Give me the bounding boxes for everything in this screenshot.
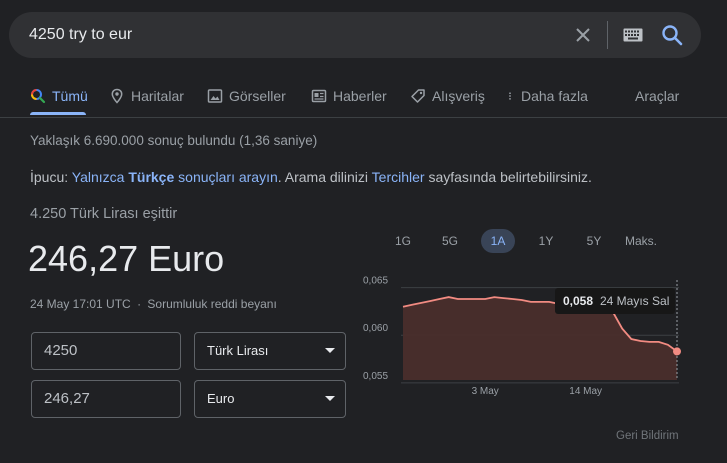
close-icon[interactable] xyxy=(573,25,593,45)
tab-more[interactable]: Daha fazla xyxy=(505,80,588,118)
y-tick-label: 0,060 xyxy=(363,323,388,334)
tag-icon xyxy=(411,89,425,103)
timestamp: 24 May 17:01 UTC xyxy=(30,297,131,311)
to-currency-select[interactable]: Euro xyxy=(194,380,346,418)
conversion-meta: 24 May 17:01 UTC · Sorumluluk reddi beya… xyxy=(30,297,277,311)
tab-label: Görseller xyxy=(229,88,286,104)
news-icon xyxy=(311,89,327,103)
link-text: Yalnızca xyxy=(71,169,125,185)
image-icon xyxy=(207,89,223,103)
link-text: sonuçları arayın xyxy=(178,169,278,185)
range-selector: 1G 5G 1A 1Y 5Y Maks. xyxy=(0,229,727,253)
tab-news[interactable]: Haberler xyxy=(311,80,387,118)
keyboard-icon[interactable] xyxy=(623,28,643,42)
tools-label: Araçlar xyxy=(635,88,680,104)
x-tick-label: 3 May xyxy=(472,386,499,397)
from-currency-select[interactable]: Türk Lirası xyxy=(194,332,346,370)
range-5d[interactable]: 5G xyxy=(433,229,467,253)
map-pin-icon xyxy=(111,88,123,104)
tab-label: Daha fazla xyxy=(521,88,588,104)
tab-shopping[interactable]: Alışveriş xyxy=(410,80,485,118)
to-currency-value: Euro xyxy=(207,391,235,406)
search-icon[interactable] xyxy=(661,24,683,46)
language-tip: İpucu: Yalnızca Türkçe sonuçları arayın.… xyxy=(30,169,592,185)
hover-point xyxy=(673,347,681,356)
search-icon xyxy=(31,89,46,104)
result-stats: Yaklaşık 6.690.000 sonuç bulundu (1,36 s… xyxy=(30,133,318,148)
tip-middle: . Arama dilinizi xyxy=(277,169,369,185)
to-amount-field[interactable]: 246,27 xyxy=(31,380,181,418)
tooltip-value: 0,058 xyxy=(563,294,593,308)
search-tabs: Tümü Haritalar Görseller Haberler Alışve… xyxy=(0,80,727,118)
tools-button[interactable]: Araçlar xyxy=(635,80,679,118)
search-input[interactable]: 4250 try to eur xyxy=(29,12,132,58)
tab-images[interactable]: Görseller xyxy=(207,80,286,118)
range-1m[interactable]: 1A xyxy=(481,229,515,253)
only-turkish-link[interactable]: Yalnızca Türkçe sonuçları arayın xyxy=(72,169,278,185)
tip-suffix: sayfasında belirtebilirsiniz. xyxy=(428,169,592,185)
tab-label: Tümü xyxy=(52,88,88,104)
from-amount-value: 4250 xyxy=(44,342,78,359)
tab-label: Alışveriş xyxy=(432,88,485,104)
from-currency-value: Türk Lirası xyxy=(207,343,269,358)
active-tab-indicator xyxy=(30,112,86,115)
disclaimer-link[interactable]: Sorumluluk reddi beyanı xyxy=(147,297,276,311)
y-tick-label: 0,055 xyxy=(363,371,388,382)
tooltip-label: 24 Mayıs Sal xyxy=(600,294,669,308)
tab-maps[interactable]: Haritalar xyxy=(109,80,184,118)
from-amount-field[interactable]: 4250 xyxy=(31,332,181,370)
search-divider xyxy=(607,21,608,49)
tabs-divider xyxy=(0,117,727,118)
tab-label: Haberler xyxy=(333,88,387,104)
tip-prefix: İpucu: xyxy=(30,169,69,185)
tab-label: Haritalar xyxy=(131,88,184,104)
exchange-rate-chart[interactable]: 0,065 0,060 0,055 3 May 14 May 0,058 24 May… xyxy=(355,270,695,400)
chart-tooltip: 0,058 24 Mayıs Sal xyxy=(555,288,675,314)
conversion-equals-label: 4.250 Türk Lirası eşittir xyxy=(30,206,178,222)
y-tick-label: 0,065 xyxy=(363,276,388,287)
range-1y[interactable]: 1Y xyxy=(529,229,563,253)
chevron-down-icon xyxy=(325,348,335,353)
preferences-link[interactable]: Tercihler xyxy=(372,169,425,185)
range-max[interactable]: Maks. xyxy=(618,229,664,253)
search-bar[interactable]: 4250 try to eur xyxy=(9,12,701,58)
chevron-down-icon xyxy=(325,396,335,401)
range-5y[interactable]: 5Y xyxy=(577,229,611,253)
range-1d[interactable]: 1G xyxy=(386,229,420,253)
more-vert-icon xyxy=(509,92,511,100)
x-tick-label: 14 May xyxy=(569,386,602,397)
feedback-link[interactable]: Geri Bildirim xyxy=(616,430,679,442)
to-amount-value: 246,27 xyxy=(44,390,90,407)
meta-separator: · xyxy=(137,297,142,311)
link-bold: Türkçe xyxy=(128,169,175,185)
